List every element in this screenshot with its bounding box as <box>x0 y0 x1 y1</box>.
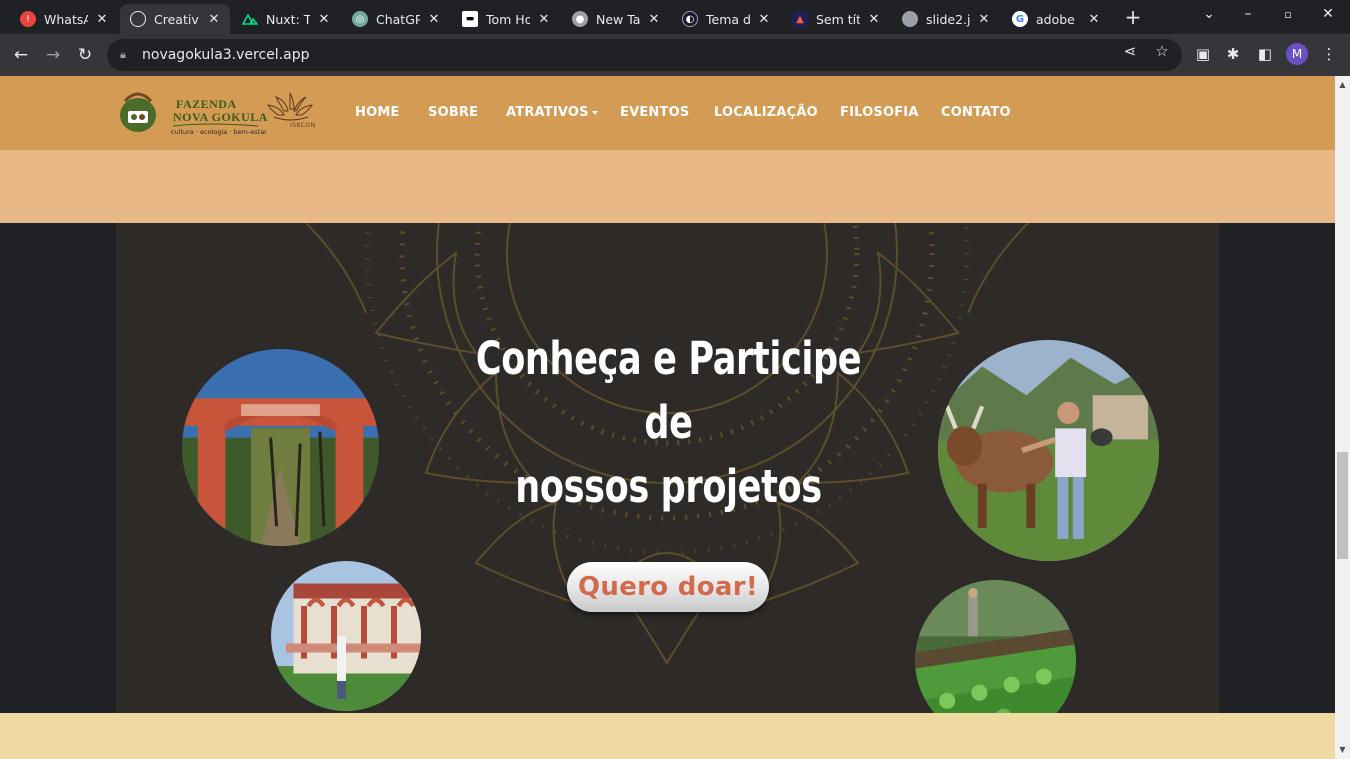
scroll-down-arrow-icon[interactable]: ▼ <box>1337 745 1348 754</box>
hero-title-line1: Conheça e Participe de <box>475 332 862 449</box>
close-icon[interactable]: ✕ <box>1086 12 1102 27</box>
nav-atrativos[interactable]: ATRATIVOS <box>506 105 598 123</box>
tab-title: WhatsA <box>44 11 88 27</box>
bottom-color-band <box>0 713 1335 759</box>
close-icon[interactable]: ✕ <box>756 12 772 27</box>
browser-tab[interactable]: ● New Ta ✕ <box>562 4 670 34</box>
close-window-icon[interactable]: ✕ <box>1318 6 1338 22</box>
site-header: FAZENDA NOVA GOKULA cultura · ecologia ·… <box>0 76 1335 150</box>
tab-title: Sem tít <box>816 11 860 27</box>
back-icon[interactable]: ← <box>9 43 33 67</box>
browser-tab-bar: ! WhatsA ✕ Creativ ✕ Nuxt: Tl ✕ ◎ ChatGP… <box>0 0 1350 34</box>
entrance-gate-photo <box>182 349 379 546</box>
close-icon[interactable]: ✕ <box>426 12 442 27</box>
browser-tab-active[interactable]: Creativ ✕ <box>120 4 230 34</box>
globe-icon <box>130 11 146 27</box>
close-icon[interactable]: ✕ <box>536 12 552 27</box>
tab-title: slide2.j <box>926 11 970 27</box>
browser-tab[interactable]: G adobe ✕ <box>1002 4 1110 34</box>
maximize-icon[interactable]: ▫ <box>1278 8 1298 21</box>
site-icon: ▬ <box>462 11 478 27</box>
side-panel-icon[interactable]: ◧ <box>1254 43 1276 65</box>
nav-sobre[interactable]: SOBRE <box>428 105 478 123</box>
page-scrollbar[interactable] <box>1335 76 1350 759</box>
puzzle-icon[interactable]: ✱ <box>1222 43 1244 65</box>
profile-avatar[interactable]: M <box>1286 43 1308 65</box>
close-icon[interactable]: ✕ <box>866 12 882 27</box>
browser-tab[interactable]: slide2.j ✕ <box>892 4 1000 34</box>
browser-tab[interactable]: ! WhatsA ✕ <box>10 4 118 34</box>
hero-section: Conheça e Participe de nossos projetos Q… <box>116 223 1219 713</box>
site-icon: ◐ <box>682 11 698 27</box>
donate-button[interactable]: Quero doar! <box>567 562 769 612</box>
minimize-icon[interactable]: – <box>1238 6 1258 22</box>
site-logo[interactable]: FAZENDA NOVA GOKULA cultura · ecologia ·… <box>118 89 318 139</box>
browser-tab[interactable]: ◐ Tema d ✕ <box>672 4 780 34</box>
chatgpt-icon: ◎ <box>352 11 368 27</box>
tab-title: New Ta <box>596 11 640 27</box>
tab-title: Nuxt: Tl <box>266 11 310 27</box>
page-viewport: FAZENDA NOVA GOKULA cultura · ecologia ·… <box>0 76 1335 759</box>
extension-icon[interactable]: ▣ <box>1192 43 1214 65</box>
chrome-icon: ● <box>572 11 588 27</box>
browser-toolbar: ← → ↻ 🔒︎ novagokula3.vercel.app ⋖ ☆ ▣ ✱ … <box>0 34 1350 76</box>
share-icon[interactable]: ⋖ <box>1121 42 1139 60</box>
hero-title-line2: nossos projetos <box>515 460 822 513</box>
hero-title: Conheça e Participe de nossos projetos <box>472 327 866 519</box>
scrollbar-thumb[interactable] <box>1337 452 1348 559</box>
address-bar[interactable]: 🔒︎ novagokula3.vercel.app <box>107 39 1182 71</box>
logo-tagline: cultura · ecologia · bem-estar <box>171 128 267 136</box>
browser-tab[interactable]: Nuxt: Tl ✕ <box>232 4 340 34</box>
tab-title: ChatGP <box>376 11 420 27</box>
close-icon[interactable]: ✕ <box>94 12 110 27</box>
iskcon-label: ISKCON <box>290 122 316 129</box>
globe-icon <box>902 11 918 27</box>
tab-search-icon[interactable]: ⌄ <box>1199 6 1219 22</box>
menu-kebab-icon[interactable]: ⋮ <box>1318 43 1340 65</box>
lock-icon[interactable]: 🔒︎ <box>120 48 134 62</box>
whatsapp-icon: ! <box>20 11 36 27</box>
browser-tab[interactable]: ▬ Tom Ho ✕ <box>452 4 560 34</box>
nav-home[interactable]: HOME <box>355 105 400 123</box>
nav-eventos[interactable]: EVENTOS <box>620 105 689 123</box>
man-with-cow-photo <box>938 340 1159 561</box>
tab-title: Creativ <box>154 11 199 27</box>
new-tab-icon[interactable]: + <box>1123 6 1143 28</box>
nav-contato[interactable]: CONTATO <box>941 105 1011 123</box>
close-icon[interactable]: ✕ <box>206 12 222 27</box>
tab-title: Tema d <box>706 11 750 27</box>
nav-filosofia[interactable]: FILOSOFIA <box>840 105 919 123</box>
google-icon: G <box>1012 11 1028 27</box>
url-text[interactable]: novagokula3.vercel.app <box>142 47 309 63</box>
close-icon[interactable]: ✕ <box>976 12 992 27</box>
browser-tab[interactable]: ▲ Sem tít ✕ <box>782 4 890 34</box>
nuxt-icon <box>242 11 258 27</box>
temple-porch-photo <box>271 561 421 711</box>
nav-localizacao[interactable]: LOCALIZAÇÃO <box>714 105 818 123</box>
browser-tab[interactable]: ◎ ChatGP ✕ <box>342 4 450 34</box>
tab-title: adobe <box>1036 11 1075 27</box>
logo-line2: NOVA GOKULA <box>173 110 268 124</box>
scroll-up-arrow-icon[interactable]: ▲ <box>1337 80 1348 89</box>
app-icon: ▲ <box>792 11 808 27</box>
forward-icon[interactable]: → <box>41 43 65 67</box>
top-color-band <box>0 150 1335 223</box>
close-icon[interactable]: ✕ <box>646 12 662 27</box>
reload-icon[interactable]: ↻ <box>73 43 97 67</box>
close-icon[interactable]: ✕ <box>316 12 332 27</box>
tab-title: Tom Ho <box>486 11 530 27</box>
bookmark-star-icon[interactable]: ☆ <box>1153 42 1171 60</box>
